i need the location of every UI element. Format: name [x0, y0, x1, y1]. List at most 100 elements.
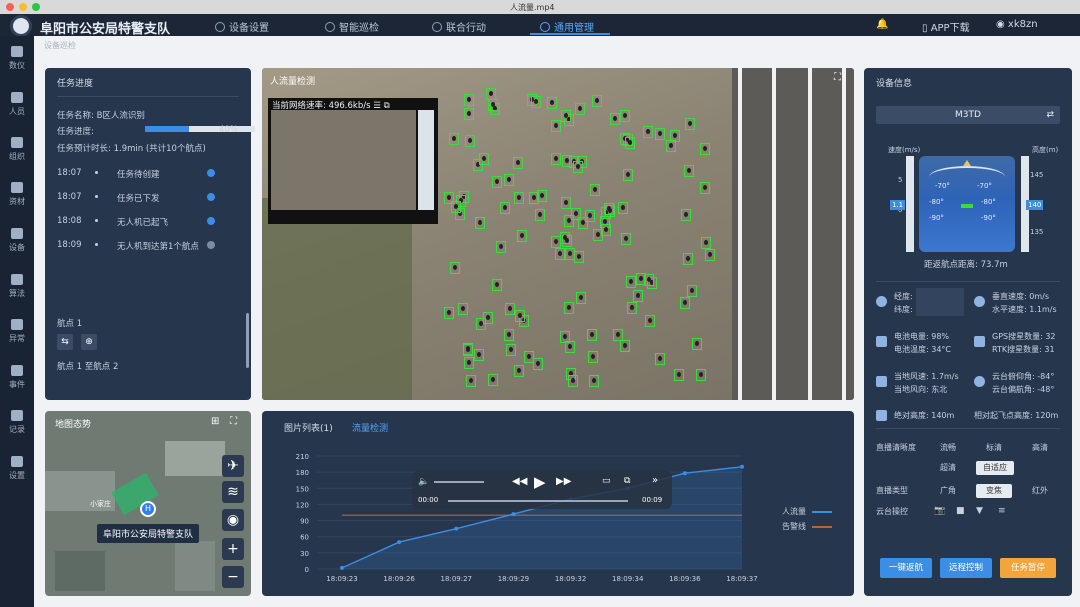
maximize-window-button[interactable] — [32, 3, 40, 11]
scrollbar[interactable] — [246, 313, 249, 368]
clarity-option-selected[interactable]: 自适应 — [976, 461, 1014, 475]
person-detection-box — [620, 340, 631, 353]
sidebar-item-personnel[interactable]: 人员 — [0, 92, 34, 117]
nav-item-smart-inspection[interactable]: 智能巡检 — [325, 19, 379, 34]
lens-option[interactable]: 红外 — [1022, 484, 1058, 498]
task-panel-title: 任务进度 — [57, 79, 94, 89]
sidebar-item-records[interactable]: 记录 — [0, 410, 34, 435]
person-detection-box — [496, 241, 507, 254]
person-detection-box — [701, 237, 712, 250]
user-menu[interactable]: ◉ xk8zn — [996, 19, 1038, 30]
person-head — [613, 116, 618, 122]
nav-item-device-settings[interactable]: 设备设置 — [215, 19, 269, 34]
relative-altitude: 相对起飞点高度: 120m — [974, 411, 1059, 420]
gimbal-center-icon[interactable]: ≡ — [998, 505, 1006, 518]
wind-direction: 当地风向: 东北 — [894, 385, 948, 394]
person-detection-box — [619, 110, 630, 123]
nav-item-joint-operation[interactable]: 联合行动 — [432, 19, 486, 34]
pip-icon[interactable]: ⧉ — [624, 476, 630, 486]
task-progress-value: 40% — [219, 125, 238, 135]
eye-icon[interactable]: ◉ — [222, 509, 244, 531]
preview-court — [418, 110, 434, 210]
camera-icon[interactable]: 📷 — [934, 505, 945, 518]
person-detection-box — [529, 191, 540, 204]
airplay-icon[interactable]: ▭ — [602, 476, 611, 486]
person-head — [465, 346, 470, 352]
notification-icon[interactable]: 🔔 — [876, 19, 888, 30]
minimize-window-button[interactable] — [19, 3, 27, 11]
altitude-axis-label: 高度(m) — [1032, 146, 1059, 154]
rewind-icon[interactable]: ◀◀ — [512, 476, 527, 487]
person-detection-box — [568, 375, 579, 388]
lens-option[interactable]: 广角 — [930, 484, 966, 498]
fast-forward-icon[interactable]: ▶▶ — [556, 476, 571, 487]
volume-icon[interactable]: 🔈 — [418, 477, 429, 487]
map-place-label: 小家庄 — [90, 500, 111, 508]
event-icon — [11, 365, 23, 376]
person-detection-box — [644, 314, 655, 327]
sidebar-item-settings[interactable]: 设置 — [0, 456, 34, 481]
map-panel[interactable]: 地图态势 ⊞ ⛶ H 小家庄 阜阳市公安局特警支队 ✈ ≋ ◉ + − — [45, 411, 251, 596]
swap-icon: ⇄ — [1046, 110, 1054, 120]
person-detection-box — [500, 202, 511, 215]
close-window-button[interactable] — [6, 3, 14, 11]
task-progress-panel: 任务进度 任务名称: B区人流识别 任务进度: 40% 任务预计时长: 1.9m… — [45, 68, 255, 400]
device-model-select[interactable]: M3TD ⇄ — [876, 106, 1060, 124]
rtk-count: RTK搜星数量: 31 — [992, 345, 1055, 354]
x-tick-label: 18:09:29 — [498, 575, 529, 583]
person-detection-box — [623, 169, 634, 182]
drone-icon[interactable]: ✈ — [222, 455, 244, 477]
clarity-option[interactable]: 超清 — [930, 461, 966, 475]
sidebar-item-dashboard[interactable]: 数仪 — [0, 46, 34, 71]
fullscreen-icon[interactable]: ⛶ — [834, 72, 841, 83]
person-head — [568, 343, 573, 349]
person-head — [590, 331, 595, 337]
person-head — [626, 172, 631, 178]
layer-switch-icon[interactable]: ⊞ — [211, 416, 219, 427]
person-detection-box — [565, 248, 576, 261]
volume-slider[interactable] — [434, 481, 484, 483]
person-head — [622, 113, 627, 119]
x-tick-label: 18:09:36 — [669, 575, 701, 583]
video-icon[interactable]: ■ — [956, 505, 965, 518]
clarity-option[interactable]: 流畅 — [930, 441, 966, 455]
pause-task-button[interactable]: 任务暂停 — [1000, 558, 1056, 578]
clarity-option[interactable]: 高清 — [1022, 441, 1058, 455]
legend-flow: 人流量 — [782, 506, 832, 517]
nav-item-general-management[interactable]: 通用管理 — [540, 19, 594, 34]
zoom-in-icon[interactable]: ⊕ — [81, 334, 97, 350]
sidebar-item-materials[interactable]: 资材 — [0, 182, 34, 207]
fullscreen-icon[interactable]: ⛶ — [230, 416, 237, 427]
court-line — [738, 68, 742, 400]
person-detection-box — [551, 152, 562, 165]
app-download-link[interactable]: ▯ APP下载 — [922, 19, 970, 34]
court-line — [842, 68, 846, 400]
person-detection-box — [464, 135, 475, 148]
person-detection-box — [524, 351, 535, 364]
sidebar-item-algorithms[interactable]: 算法 — [0, 274, 34, 299]
zoom-out-button[interactable]: − — [222, 566, 244, 588]
zoom-in-button[interactable]: + — [222, 538, 244, 560]
lens-option-selected[interactable]: 变焦 — [976, 484, 1012, 498]
loading-icon — [207, 241, 215, 249]
sidebar-item-anomalies[interactable]: 异常 — [0, 319, 34, 344]
sidebar-item-devices[interactable]: 设备 — [0, 228, 34, 253]
remote-control-button[interactable]: 远程控制 — [940, 558, 992, 578]
sidebar-item-events[interactable]: 事件 — [0, 365, 34, 390]
person-head — [630, 304, 635, 310]
drone-home-marker[interactable]: H — [140, 501, 156, 517]
person-head — [558, 250, 563, 256]
person-detection-box — [533, 357, 544, 370]
return-home-button[interactable]: 一键返航 — [880, 558, 932, 578]
clarity-option[interactable]: 标清 — [976, 441, 1012, 455]
live-video-feed[interactable]: 人流量检测 当前网络速率: 496.6kb/s ☰ ⧉ ⛶ — [262, 68, 854, 400]
sidebar-item-organization[interactable]: 组织 — [0, 137, 34, 162]
play-icon[interactable]: ▶ — [534, 473, 546, 491]
person-head — [447, 310, 452, 316]
seek-bar[interactable] — [448, 500, 628, 502]
route-icon[interactable]: ⇆ — [57, 334, 73, 350]
person-head — [499, 244, 504, 250]
more-icon[interactable]: » — [652, 475, 658, 486]
layers-icon[interactable]: ≋ — [222, 481, 244, 503]
gimbal-down-icon[interactable]: ▼ — [976, 505, 983, 518]
